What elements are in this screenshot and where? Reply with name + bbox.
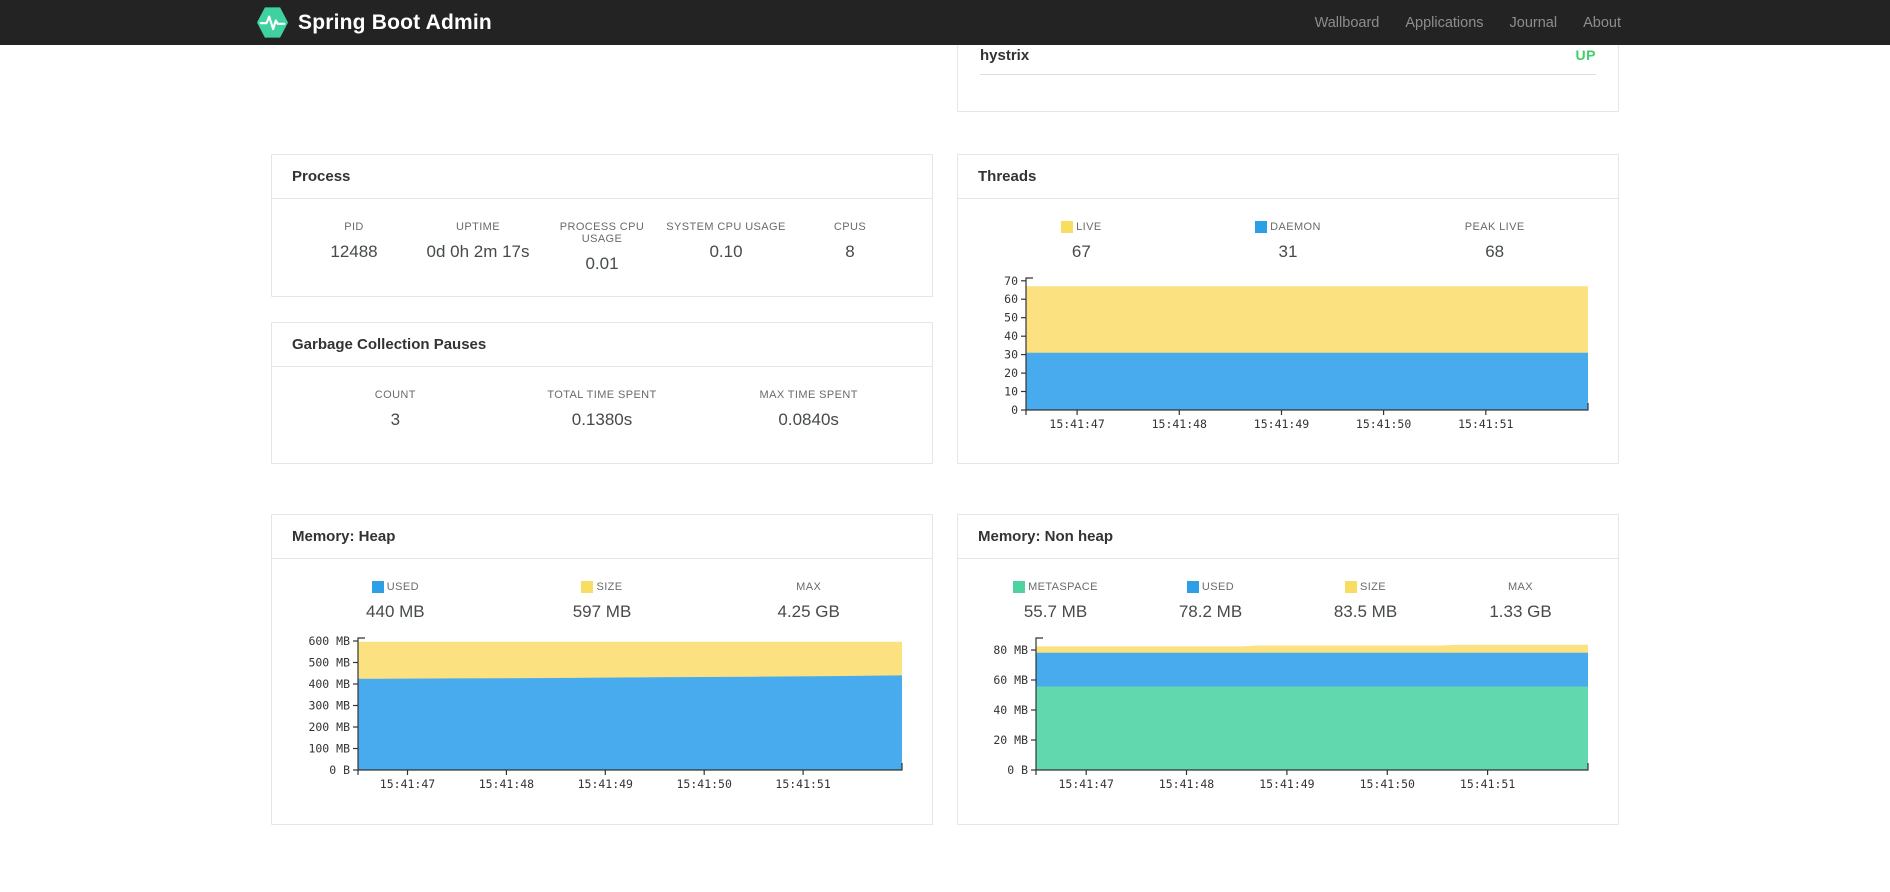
navbar: Spring Boot Admin Wallboard Applications… bbox=[0, 0, 1890, 45]
heap-stats: USED 440 MB SIZE 597 MB MAX 4.25 GB bbox=[292, 581, 912, 622]
svg-text:50: 50 bbox=[1004, 311, 1018, 325]
stat-nonheap-size: SIZE 83.5 MB bbox=[1333, 581, 1398, 621]
stat-cpus: CPUS 8 bbox=[833, 221, 867, 261]
gc-card-title: Garbage Collection Pauses bbox=[292, 336, 487, 353]
nav-link-journal[interactable]: Journal bbox=[1497, 15, 1571, 31]
svg-text:10: 10 bbox=[1004, 385, 1018, 399]
stat-nonheap-max: MAX 1.33 GB bbox=[1489, 581, 1552, 621]
brand[interactable]: Spring Boot Admin bbox=[256, 6, 492, 39]
threads-live-legend-swatch bbox=[1061, 221, 1074, 233]
stat-uptime: UPTIME 0d 0h 2m 17s bbox=[426, 221, 530, 261]
threads-stats: LIVE 67 DAEMON 31 PEAK LIVE 68 bbox=[978, 221, 1598, 262]
stat-gc-max-time: MAX TIME SPENT 0.0840s bbox=[759, 389, 858, 429]
svg-text:15:41:47: 15:41:47 bbox=[1059, 777, 1114, 791]
stat-gc-total-time: TOTAL TIME SPENT 0.1380s bbox=[547, 389, 657, 429]
memory-nonheap-card: Memory: Non heap METASPACE 55.7 MB USED … bbox=[957, 514, 1619, 825]
svg-text:40 MB: 40 MB bbox=[993, 703, 1028, 717]
application-status-card: hystrix UP bbox=[957, 45, 1619, 112]
svg-text:80 MB: 80 MB bbox=[993, 643, 1028, 657]
nonheap-card-title: Memory: Non heap bbox=[978, 528, 1114, 545]
application-name: hystrix bbox=[980, 47, 1030, 64]
svg-text:500 MB: 500 MB bbox=[308, 656, 350, 670]
spring-boot-admin-logo-icon bbox=[256, 7, 289, 38]
nav-links: Wallboard Applications Journal About bbox=[1302, 15, 1634, 31]
nav-link-about[interactable]: About bbox=[1570, 15, 1634, 31]
svg-text:15:41:51: 15:41:51 bbox=[1460, 777, 1515, 791]
memory-heap-card: Memory: Heap USED 440 MB SIZE 597 MB MAX… bbox=[271, 514, 933, 825]
svg-text:15:41:49: 15:41:49 bbox=[1254, 417, 1309, 431]
threads-card: Threads LIVE 67 DAEMON 31 PEAK LIVE 68 0… bbox=[957, 154, 1619, 464]
svg-text:0: 0 bbox=[1011, 403, 1018, 417]
svg-text:15:41:51: 15:41:51 bbox=[1458, 417, 1513, 431]
nonheap-metaspace-legend-swatch bbox=[1013, 581, 1026, 593]
stat-system-cpu-usage: SYSTEM CPU USAGE 0.10 bbox=[666, 221, 786, 261]
stat-process-cpu-usage: PROCESS CPU USAGE 0.01 bbox=[559, 221, 645, 273]
nonheap-used-legend-swatch bbox=[1186, 581, 1199, 593]
svg-text:0 B: 0 B bbox=[329, 763, 350, 777]
svg-text:60 MB: 60 MB bbox=[993, 673, 1028, 687]
svg-text:60: 60 bbox=[1004, 292, 1018, 306]
stat-pid: PID 12488 bbox=[330, 221, 378, 261]
stat-heap-size: SIZE 597 MB bbox=[572, 581, 632, 621]
stat-nonheap-used: USED 78.2 MB bbox=[1178, 581, 1243, 621]
svg-text:15:41:50: 15:41:50 bbox=[677, 777, 732, 791]
brand-title: Spring Boot Admin bbox=[298, 10, 492, 34]
svg-text:20: 20 bbox=[1004, 366, 1018, 380]
svg-text:15:41:48: 15:41:48 bbox=[1152, 417, 1207, 431]
process-card: Process PID 12488 UPTIME 0d 0h 2m 17s PR… bbox=[271, 154, 933, 297]
threads-daemon-legend-swatch bbox=[1255, 221, 1268, 233]
nonheap-stats: METASPACE 55.7 MB USED 78.2 MB SIZE 83.5… bbox=[978, 581, 1598, 622]
stat-heap-max: MAX 4.25 GB bbox=[777, 581, 840, 621]
stat-gc-count: COUNT 3 bbox=[374, 389, 416, 429]
svg-text:15:41:50: 15:41:50 bbox=[1356, 417, 1411, 431]
svg-text:15:41:47: 15:41:47 bbox=[1049, 417, 1104, 431]
stat-threads-peak-live: PEAK LIVE 68 bbox=[1464, 221, 1525, 261]
threads-chart: 0 10 20 30 40 50 60 70 15:41:47 15:41:48 15:41:49 1… bbox=[1004, 274, 1589, 431]
svg-text:600 MB: 600 MB bbox=[308, 634, 350, 648]
stat-threads-live: LIVE 67 bbox=[978, 221, 1185, 262]
svg-text:15:41:49: 15:41:49 bbox=[578, 777, 633, 791]
svg-text:100 MB: 100 MB bbox=[308, 742, 350, 756]
nav-link-applications[interactable]: Applications bbox=[1392, 15, 1496, 31]
svg-text:400 MB: 400 MB bbox=[308, 677, 350, 691]
gc-stats: COUNT 3 TOTAL TIME SPENT 0.1380s MAX TIM… bbox=[292, 389, 912, 430]
main-content: Process PID 12488 UPTIME 0d 0h 2m 17s PR… bbox=[271, 45, 1619, 825]
svg-text:15:41:49: 15:41:49 bbox=[1259, 777, 1314, 791]
svg-text:20 MB: 20 MB bbox=[993, 733, 1028, 747]
svg-text:40: 40 bbox=[1004, 329, 1018, 343]
threads-card-title: Threads bbox=[978, 168, 1037, 185]
process-card-title: Process bbox=[292, 168, 351, 185]
garbage-collection-card: Garbage Collection Pauses COUNT 3 TOTAL … bbox=[271, 322, 933, 464]
svg-text:70: 70 bbox=[1004, 274, 1018, 288]
svg-text:15:41:48: 15:41:48 bbox=[479, 777, 534, 791]
stat-nonheap-metaspace: METASPACE 55.7 MB bbox=[978, 581, 1133, 622]
right-column: hystrix UP Threads LIVE 67 DAEMON 31 PEA… bbox=[957, 45, 1619, 825]
svg-text:30: 30 bbox=[1004, 348, 1018, 362]
memory-nonheap-chart: 0 B 20 MB 40 MB 60 MB 80 MB 15:41:47 15:41:48 1… bbox=[993, 637, 1589, 791]
stat-heap-used: USED 440 MB bbox=[366, 581, 425, 621]
left-column: Process PID 12488 UPTIME 0d 0h 2m 17s PR… bbox=[271, 45, 933, 825]
memory-heap-chart: 0 B 100 MB 200 MB 300 MB 400 MB 500 MB 600 MB 1… bbox=[308, 634, 903, 791]
svg-text:15:41:48: 15:41:48 bbox=[1159, 777, 1214, 791]
svg-text:15:41:51: 15:41:51 bbox=[775, 777, 830, 791]
svg-text:15:41:50: 15:41:50 bbox=[1360, 777, 1415, 791]
svg-text:200 MB: 200 MB bbox=[308, 720, 350, 734]
heap-card-title: Memory: Heap bbox=[292, 528, 396, 545]
process-stats: PID 12488 UPTIME 0d 0h 2m 17s PROCESS CP… bbox=[292, 221, 912, 274]
nonheap-size-legend-swatch bbox=[1344, 581, 1357, 593]
status-badge: UP bbox=[1575, 47, 1596, 63]
application-status-row[interactable]: hystrix UP bbox=[980, 45, 1596, 75]
svg-text:300 MB: 300 MB bbox=[308, 699, 350, 713]
heap-used-legend-swatch bbox=[371, 581, 384, 593]
heap-size-legend-swatch bbox=[581, 581, 594, 593]
stat-threads-daemon: DAEMON 31 bbox=[1185, 221, 1392, 262]
svg-text:15:41:47: 15:41:47 bbox=[380, 777, 435, 791]
svg-text:0 B: 0 B bbox=[1007, 763, 1028, 777]
nav-link-wallboard[interactable]: Wallboard bbox=[1302, 15, 1393, 31]
